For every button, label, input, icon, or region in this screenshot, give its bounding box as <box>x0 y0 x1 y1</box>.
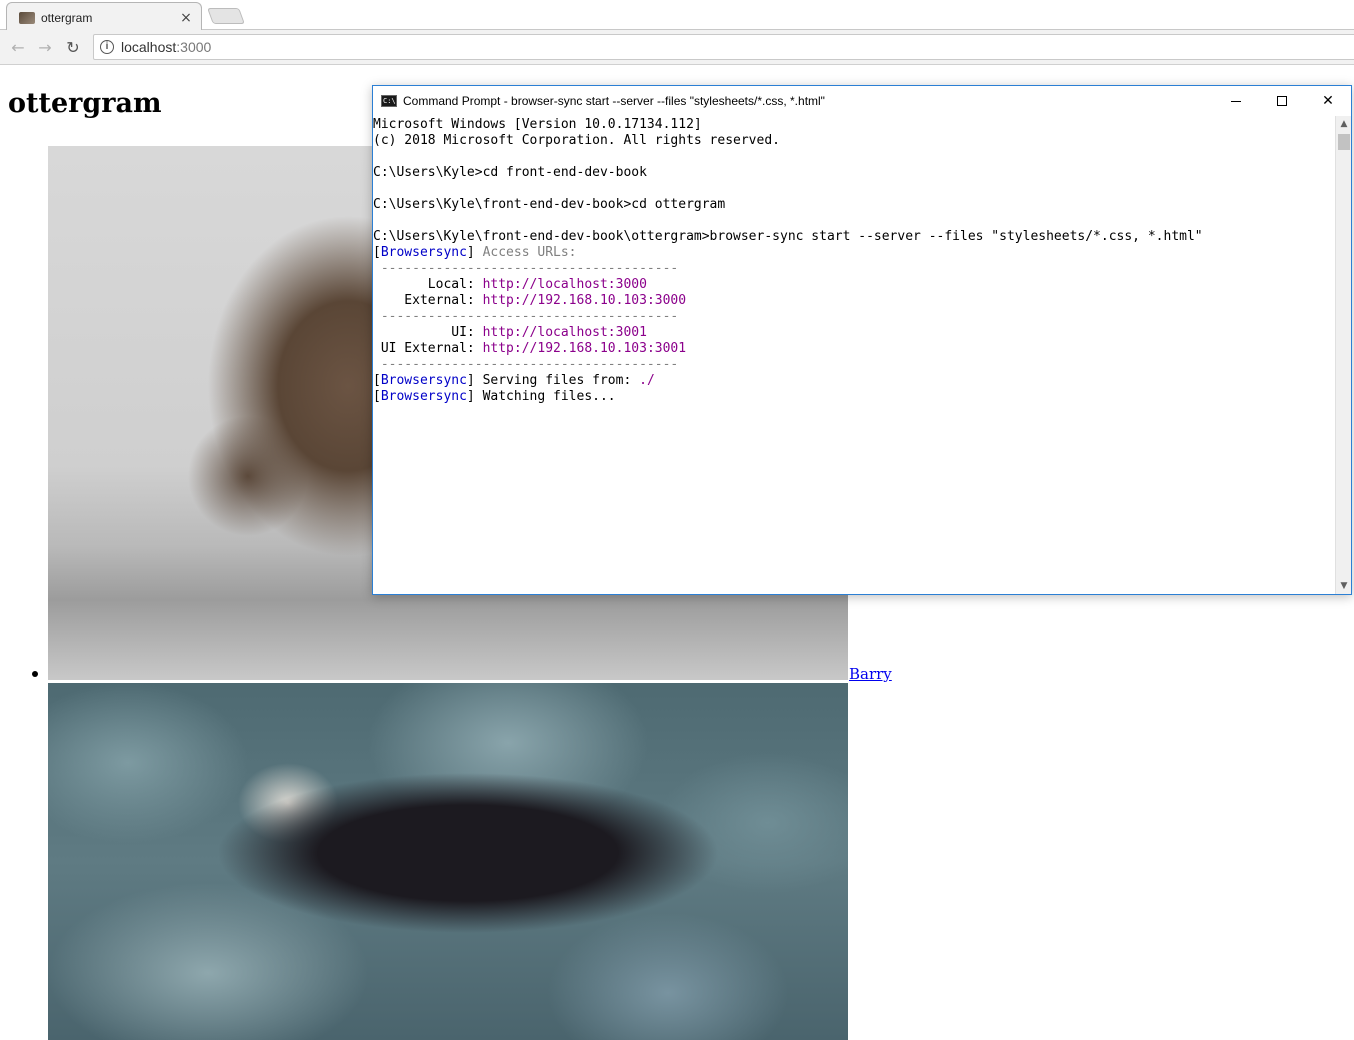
console-line: UI External: http://192.168.10.103:3001 <box>373 341 1335 357</box>
console-divider: -------------------------------------- <box>373 261 679 276</box>
console-line: C:\Users\Kyle>cd front-end-dev-book <box>373 165 647 180</box>
close-button[interactable]: ✕ <box>1305 86 1351 116</box>
browser-toolbar: ← → ↻ i localhost:3000 <box>0 30 1354 65</box>
list-bullet <box>32 671 38 677</box>
url-host: localhost <box>121 39 177 55</box>
serving-path: ./ <box>639 373 655 388</box>
console-divider: -------------------------------------- <box>373 357 679 372</box>
browsersync-tag: Browsersync <box>380 389 467 404</box>
ui-url: http://localhost:3001 <box>482 325 647 340</box>
console-line: [Browsersync] Access URLs: <box>373 245 577 260</box>
maximize-icon <box>1277 96 1287 106</box>
url-text: localhost:3000 <box>121 39 211 55</box>
minimize-icon <box>1231 100 1241 102</box>
console-line: External: http://192.168.10.103:3000 <box>373 293 1335 309</box>
scroll-down-icon[interactable]: ▼ <box>1336 578 1352 594</box>
cmd-title-bar[interactable]: C:\ Command Prompt - browser-sync start … <box>373 86 1351 116</box>
site-info-icon[interactable]: i <box>100 40 114 54</box>
access-urls-label: Access URLs: <box>482 245 577 260</box>
maximize-button[interactable] <box>1259 86 1305 116</box>
browser-tab[interactable]: ottergram × <box>6 2 202 31</box>
otter-thumbnail-image[interactable] <box>48 683 848 1040</box>
watching-text: Watching files... <box>474 389 616 404</box>
console-line: UI: http://localhost:3001 <box>373 325 1335 341</box>
minimize-button[interactable] <box>1213 86 1259 116</box>
ui-label: UI: <box>373 325 483 340</box>
console-divider: -------------------------------------- <box>373 309 679 324</box>
console-line: Microsoft Windows [Version 10.0.17134.11… <box>373 117 702 132</box>
reload-icon[interactable]: ↻ <box>63 38 83 58</box>
cmd-output[interactable]: Microsoft Windows [Version 10.0.17134.11… <box>373 116 1335 594</box>
external-url: http://192.168.10.103:3000 <box>482 293 687 308</box>
scroll-thumb[interactable] <box>1338 134 1350 150</box>
console-line: [Browsersync] Serving files from: ./ <box>373 373 655 388</box>
cmd-scrollbar[interactable]: ▲ ▼ <box>1335 116 1351 594</box>
forward-arrow-icon[interactable]: → <box>35 38 55 58</box>
tab-strip: ottergram × <box>0 0 1354 31</box>
cmd-window-title: Command Prompt - browser-sync start --se… <box>403 94 825 108</box>
ui-external-url: http://192.168.10.103:3001 <box>482 341 687 356</box>
console-line: Local: http://localhost:3000 <box>373 277 1335 293</box>
console-line: C:\Users\Kyle\front-end-dev-book>cd otte… <box>373 197 726 212</box>
close-icon: ✕ <box>1322 93 1334 109</box>
thumbnail-caption-link[interactable]: Barry <box>849 665 892 683</box>
page-heading: ottergram <box>8 88 162 119</box>
scroll-up-icon[interactable]: ▲ <box>1336 116 1352 132</box>
ui-external-label: UI External: <box>373 341 483 356</box>
tab-title: ottergram <box>41 11 93 25</box>
cmd-app-icon: C:\ <box>381 95 397 107</box>
address-bar[interactable]: i localhost:3000 <box>93 34 1354 60</box>
new-tab-button[interactable] <box>207 8 245 24</box>
serving-text: Serving files from: <box>474 373 640 388</box>
browsersync-tag: Browsersync <box>380 373 467 388</box>
otter-favicon-icon <box>19 12 35 24</box>
tab-close-icon[interactable]: × <box>179 10 193 26</box>
browsersync-tag: Browsersync <box>380 245 467 260</box>
url-port: :3000 <box>176 39 212 55</box>
console-line: (c) 2018 Microsoft Corporation. All righ… <box>373 133 780 148</box>
local-url: http://localhost:3000 <box>482 277 647 292</box>
console-line: C:\Users\Kyle\front-end-dev-book\ottergr… <box>373 229 1203 244</box>
console-line: [Browsersync] Watching files... <box>373 389 616 404</box>
back-arrow-icon[interactable]: ← <box>8 38 28 58</box>
external-label: External: <box>373 293 483 308</box>
command-prompt-window: C:\ Command Prompt - browser-sync start … <box>372 85 1352 595</box>
local-label: Local: <box>373 277 483 292</box>
